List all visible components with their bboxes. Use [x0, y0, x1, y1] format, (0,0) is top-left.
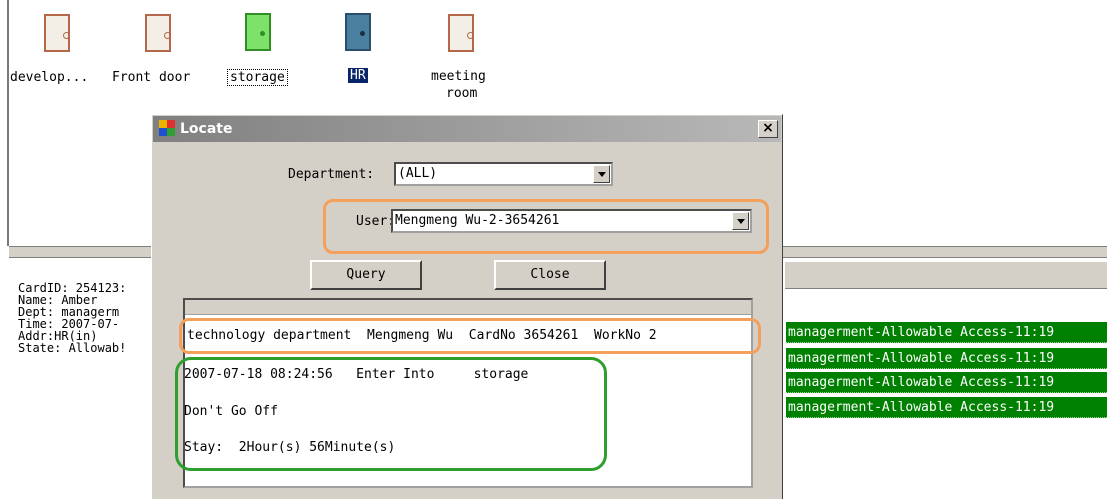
dialog-title: Locate — [180, 121, 233, 137]
open-door-icon[interactable] — [245, 13, 271, 51]
door-icon[interactable] — [448, 14, 474, 52]
department-value: (ALL) — [398, 166, 438, 181]
door-knob — [467, 32, 474, 39]
query-button[interactable]: Query — [310, 260, 422, 290]
door-knob — [63, 32, 70, 39]
door-knob — [360, 31, 365, 36]
close-icon[interactable]: × — [758, 120, 778, 138]
result-details-highlight — [175, 357, 607, 471]
result-header-bar — [185, 300, 751, 315]
log-row[interactable]: managerment-Allowable Access-11:19 — [786, 348, 1107, 369]
user-highlight — [323, 199, 769, 254]
result-header-highlight — [179, 318, 761, 354]
chevron-down-icon[interactable] — [593, 165, 610, 183]
card-info: CardID: 254123: Name: Amber Dept: managerm… — [18, 282, 126, 354]
close-button[interactable]: Close — [494, 260, 606, 290]
door-knob — [164, 32, 171, 39]
state-line: State: Allowab! — [18, 341, 127, 355]
door-knob — [260, 31, 265, 36]
door-label[interactable]: develop... — [10, 70, 88, 85]
log-row[interactable]: managerment-Allowable Access-11:19 — [786, 397, 1107, 418]
log-row[interactable]: managerment-Allowable Access-11:19 — [786, 372, 1107, 393]
door-icon[interactable] — [44, 14, 70, 52]
door-label-selected[interactable]: storage — [227, 69, 288, 86]
department-select[interactable]: (ALL) — [394, 162, 613, 186]
door-icon[interactable] — [145, 14, 171, 52]
open-door-icon[interactable] — [345, 13, 371, 51]
dialog-titlebar[interactable] — [153, 116, 781, 142]
door-label-line1[interactable]: meeting — [431, 69, 486, 84]
app-icon-graphic — [159, 120, 175, 136]
panel-border — [7, 0, 9, 246]
door-label[interactable]: Front door — [112, 70, 190, 85]
log-header — [785, 262, 1107, 289]
app-icon — [159, 120, 175, 136]
door-label-line2[interactable]: room — [446, 86, 477, 101]
door-label-highlighted[interactable]: HR — [348, 68, 368, 83]
department-label: Department: — [288, 167, 375, 182]
log-row[interactable]: managerment-Allowable Access-11:19 — [786, 322, 1107, 343]
